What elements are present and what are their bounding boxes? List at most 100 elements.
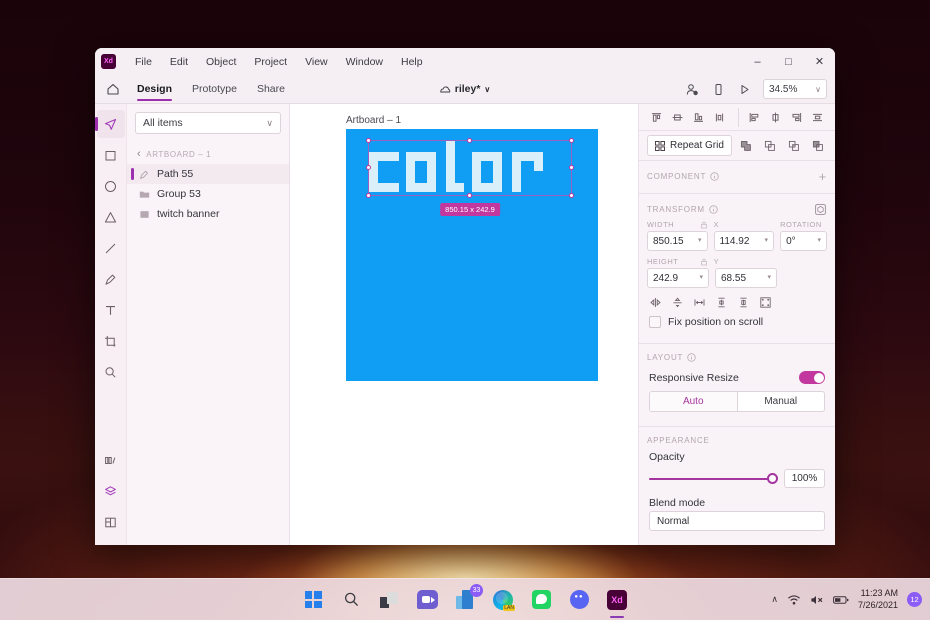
artboard[interactable]: 850.15 x 242.9 [346, 129, 598, 381]
boolean-add-icon[interactable] [736, 136, 755, 155]
home-icon[interactable] [99, 82, 127, 96]
align-vertical-alt-icon[interactable] [710, 108, 729, 127]
boolean-intersect-icon[interactable] [784, 136, 803, 155]
boolean-subtract-icon[interactable] [760, 136, 779, 155]
start-button[interactable] [301, 588, 325, 612]
info-icon[interactable] [687, 353, 696, 362]
resize-handle-bottom-right[interactable] [569, 193, 574, 198]
add-component-button[interactable]: + [819, 170, 827, 183]
resize-handle-middle-right[interactable] [569, 165, 574, 170]
fix-position-checkbox[interactable] [649, 316, 661, 328]
menu-project[interactable]: Project [245, 53, 296, 71]
x-input[interactable]: 114.92 ▾ [713, 231, 775, 251]
layer-row-path-55[interactable]: Path 55 [127, 164, 289, 184]
align-vertical-center-icon[interactable] [668, 108, 687, 127]
align-bottom-icon[interactable] [689, 108, 708, 127]
layer-row-twitch-banner[interactable]: twitch banner [127, 204, 289, 224]
flip-horizontal-icon[interactable] [649, 296, 662, 309]
stepper-icon[interactable]: ▾ [767, 274, 771, 281]
stepper-icon[interactable]: ▾ [699, 274, 703, 281]
tab-prototype[interactable]: Prototype [182, 77, 247, 101]
resize-handle-top-center[interactable] [467, 138, 472, 143]
zoom-tool[interactable] [97, 358, 125, 386]
resize-handle-bottom-left[interactable] [366, 193, 371, 198]
y-input[interactable]: 68.55 ▾ [715, 268, 777, 288]
search-button[interactable] [339, 588, 363, 612]
layer-row-group-53[interactable]: Group 53 [127, 184, 289, 204]
polygon-tool[interactable] [97, 203, 125, 231]
flip-vertical-icon[interactable] [671, 296, 684, 309]
menu-file[interactable]: File [126, 53, 161, 71]
responsive-resize-toggle[interactable] [799, 371, 825, 384]
clock[interactable]: 11:23 AM 7/26/2021 [858, 588, 898, 611]
design-canvas[interactable]: Artboard – 1 850.15 x 242.9 [290, 104, 638, 545]
select-tool[interactable] [95, 110, 125, 138]
pen-tool[interactable] [97, 265, 125, 293]
layers-filter-select[interactable]: All items ∨ [135, 112, 281, 134]
menu-window[interactable]: Window [337, 53, 392, 71]
layers-panel-button[interactable] [97, 477, 125, 505]
minimize-button[interactable]: – [742, 48, 773, 75]
menu-object[interactable]: Object [197, 53, 245, 71]
resize-handle-middle-left[interactable] [366, 165, 371, 170]
microsoft-store-button[interactable]: 33 [453, 583, 483, 612]
height-input[interactable]: 242.9 ▾ [647, 268, 709, 288]
opacity-slider[interactable] [649, 472, 778, 484]
teams-chat-button[interactable] [415, 588, 439, 612]
boolean-exclude-icon[interactable] [808, 136, 827, 155]
repeat-grid-button[interactable]: Repeat Grid [647, 135, 732, 156]
align-horizontal-center-icon[interactable] [766, 108, 785, 127]
resize-handle-bottom-center[interactable] [467, 193, 472, 198]
tab-design[interactable]: Design [127, 77, 182, 101]
ellipse-tool[interactable] [97, 172, 125, 200]
blend-mode-select[interactable]: Normal [649, 511, 825, 531]
lock-icon[interactable] [700, 221, 708, 229]
artboard-tool[interactable] [97, 327, 125, 355]
artboard-label[interactable]: Artboard – 1 [346, 115, 401, 126]
maximize-button[interactable]: □ [773, 48, 804, 75]
breadcrumb[interactable]: ‹ ARTBOARD – 1 [127, 144, 289, 164]
menu-view[interactable]: View [296, 53, 337, 71]
wifi-icon[interactable] [787, 594, 801, 606]
info-icon[interactable] [710, 172, 719, 181]
close-button[interactable]: ✕ [804, 48, 835, 75]
rectangle-tool[interactable] [97, 141, 125, 169]
microsoft-edge-button[interactable]: LAN [491, 588, 515, 612]
align-top-icon[interactable] [647, 108, 666, 127]
stepper-icon[interactable]: ▾ [765, 237, 769, 244]
opacity-input[interactable]: 100% [784, 469, 825, 488]
tab-share[interactable]: Share [247, 77, 295, 101]
zoom-level-select[interactable]: 34.5% ∨ [763, 79, 827, 99]
opacity-slider-knob[interactable] [767, 472, 778, 484]
menu-edit[interactable]: Edit [161, 53, 197, 71]
width-input[interactable]: 850.15 ▾ [647, 231, 708, 251]
text-tool[interactable] [97, 296, 125, 324]
stepper-icon[interactable]: ▾ [698, 237, 702, 244]
distribute-horizontal-icon[interactable] [693, 296, 706, 309]
fix-position-row[interactable]: Fix position on scroll [639, 313, 835, 337]
all-corners-icon[interactable] [759, 296, 772, 309]
align-left-icon[interactable] [745, 108, 764, 127]
plugins-panel-button[interactable] [97, 508, 125, 536]
tray-expand-chevron-icon[interactable]: ∧ [771, 594, 778, 605]
menu-help[interactable]: Help [392, 53, 432, 71]
battery-icon[interactable] [833, 595, 849, 605]
coedit-icon[interactable] [685, 82, 700, 97]
rotation-input[interactable]: 0° ▾ [780, 231, 827, 251]
lock-icon[interactable] [700, 258, 708, 266]
resize-handle-top-right[interactable] [569, 138, 574, 143]
transform-3d-icon[interactable] [814, 203, 827, 216]
device-preview-icon[interactable] [711, 82, 726, 97]
selection-frame[interactable]: 850.15 x 242.9 [366, 138, 574, 216]
corner-radius-icon[interactable] [715, 296, 728, 309]
assets-panel-button[interactable] [97, 446, 125, 474]
line-tool[interactable] [97, 234, 125, 262]
discord-button[interactable] [567, 588, 591, 612]
volume-muted-icon[interactable] [810, 594, 824, 606]
notification-badge[interactable]: 12 [907, 592, 922, 607]
resize-mode-manual[interactable]: Manual [736, 392, 825, 411]
corner-radius-alt-icon[interactable] [737, 296, 750, 309]
file-explorer-button[interactable] [377, 588, 401, 612]
messaging-app-button[interactable] [529, 588, 553, 612]
align-justify-icon[interactable] [808, 108, 827, 127]
